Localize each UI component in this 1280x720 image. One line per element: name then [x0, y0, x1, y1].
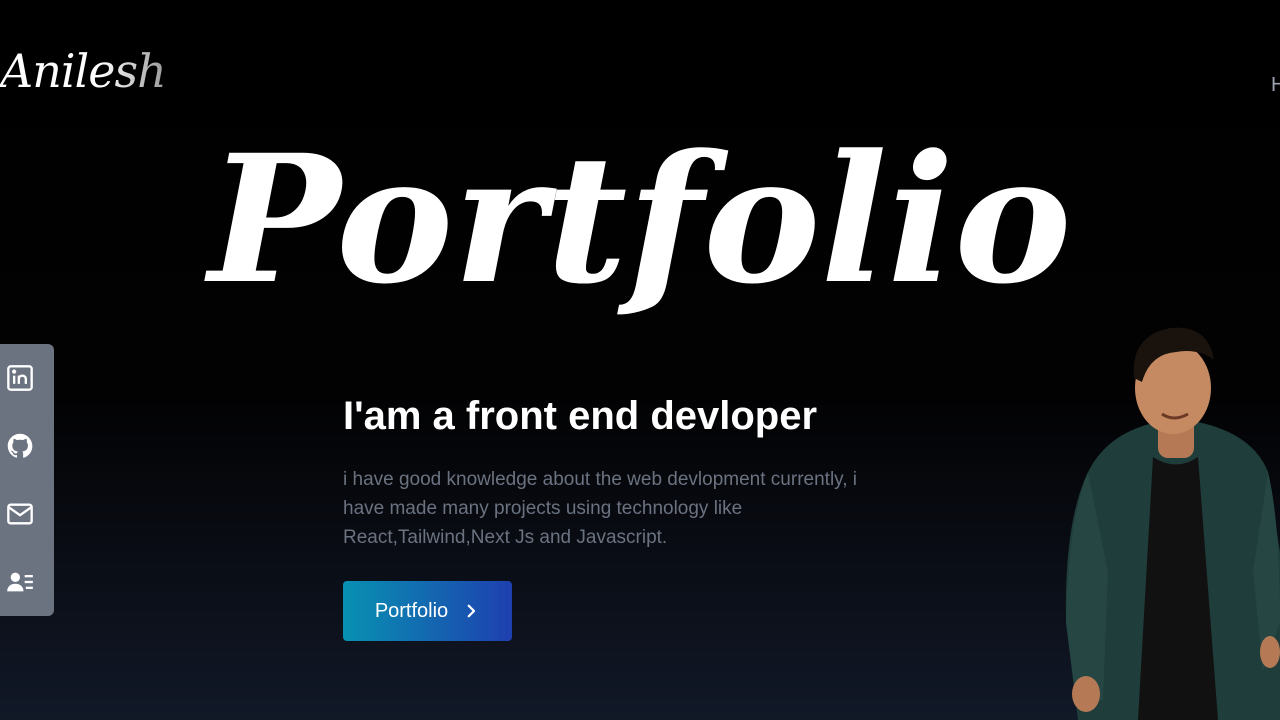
social-links-bar: [0, 344, 54, 616]
github-link[interactable]: [0, 426, 40, 466]
mail-icon: [7, 503, 33, 525]
portfolio-button-label: Portfolio: [374, 599, 449, 622]
hero-description: i have good knowledge about the web devl…: [343, 469, 858, 548]
chevron-right-icon: [467, 604, 476, 618]
profile-photo: [1065, 327, 1280, 720]
hero-title: Portfolio: [208, 116, 1072, 323]
user-card-icon: [7, 572, 33, 592]
hero-subtitle: I'am a front end devloper: [343, 394, 818, 438]
github-icon: [7, 433, 33, 458]
portfolio-button[interactable]: Portfolio: [343, 581, 512, 641]
nav-item-home[interactable]: H: [1271, 74, 1280, 97]
email-link[interactable]: [0, 494, 40, 534]
resume-link[interactable]: [0, 562, 40, 602]
linkedin-link[interactable]: [0, 358, 40, 398]
linkedin-icon: [7, 365, 33, 391]
site-logo[interactable]: Anilesh: [0, 44, 167, 99]
